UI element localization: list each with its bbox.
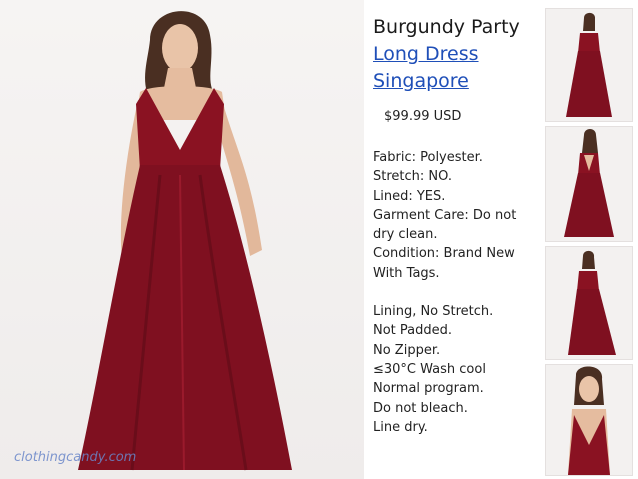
detail-dry: Line dry. <box>373 419 428 435</box>
main-product-photo: clothingcandy.com <box>0 0 364 479</box>
thumbnail-closeup[interactable] <box>545 364 633 476</box>
detail-stretch: Stretch: NO. <box>373 169 452 185</box>
detail-bleach: Do not bleach. <box>373 400 468 416</box>
detail-zipper: No Zipper. <box>373 342 441 358</box>
detail-condition: Condition: Brand New With Tags. <box>373 246 515 281</box>
thumbnail-walking[interactable] <box>545 246 633 360</box>
detail-padded: Not Padded. <box>373 323 453 339</box>
product-link-line1: Long Dress <box>373 43 479 65</box>
detail-garment-care: Garment Care: Do not dry clean. <box>373 207 517 243</box>
price: $99.99 USD <box>384 109 462 124</box>
product-details: Fabric: Polyester. Stretch: NO. Lined: Y… <box>373 148 538 437</box>
title-line: Burgundy Party <box>373 16 520 38</box>
product-title: Burgundy Party Long Dress Singapore <box>373 14 543 95</box>
thumbnail-front[interactable] <box>545 8 633 122</box>
detail-program: Normal program. <box>373 381 484 397</box>
detail-fabric: Fabric: Polyester. <box>373 150 483 165</box>
detail-wash: ≤30°C Wash cool <box>373 361 486 377</box>
thumbnail-back[interactable] <box>545 126 633 242</box>
product-link-line2: Singapore <box>373 70 469 92</box>
product-link[interactable]: Long Dress Singapore <box>373 41 543 95</box>
watermark: clothingcandy.com <box>14 450 137 465</box>
detail-lined: Lined: YES. <box>373 188 446 204</box>
detail-lining: Lining, No Stretch. <box>373 304 494 320</box>
